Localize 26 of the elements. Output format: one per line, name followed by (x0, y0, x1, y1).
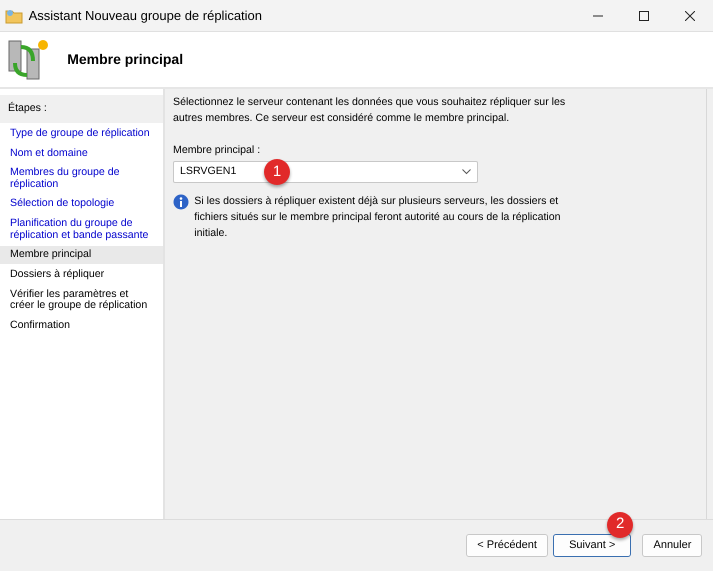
wizard-step[interactable]: Type de groupe de réplication (0, 124, 163, 143)
wizard-step[interactable]: Sélection de topologie (0, 195, 163, 214)
info-text: Si les dossiers à répliquer existent déjà sur plusieurs serveurs, les dossiers et fichiers situés sur le membre principal feront autorité au cours de la réplication initiale. (194, 194, 562, 241)
dropdown-field[interactable]: LSRVGEN1 1 (173, 161, 478, 184)
wizard-step[interactable]: Planification du groupe de réplication et bande passante (0, 215, 163, 244)
wizard-button[interactable]: Suivant > (553, 534, 632, 556)
annotation-marker: 2 (607, 512, 634, 538)
intro-text: Sélectionnez le serveur contenant les données que vous souhaitez répliquer sur les autres membres. Ce serveur est considéré comme le membre principal. (173, 95, 566, 126)
maximize-icon[interactable] (639, 10, 649, 20)
chevron-icon (462, 169, 471, 176)
window-title: Assistant Nouveau groupe de réplication (28, 6, 264, 25)
folder-icon (5, 8, 24, 24)
wizard-step[interactable]: Dossiers à répliquer (0, 266, 163, 284)
wizard-step[interactable]: Confirmation (0, 316, 163, 335)
wizard-button[interactable]: < Précédent (466, 534, 548, 556)
wizard-button[interactable]: Annuler (642, 534, 702, 556)
wizard-step[interactable]: Membre principal (0, 246, 163, 264)
wizard-step[interactable]: Vérifier les paramètres et créer le groupe de réplication (0, 286, 163, 315)
close-icon[interactable] (685, 10, 695, 20)
annotation-marker: 1 (264, 159, 290, 186)
field-label: Membre principal : (173, 142, 262, 158)
steps-heading: Étapes : (0, 95, 163, 123)
page-heading: Membre principal (67, 50, 184, 69)
wizard-step[interactable]: Membres du groupe de réplication (0, 164, 163, 194)
info-icon (173, 194, 189, 210)
wizard-step[interactable]: Nom et domaine (0, 144, 163, 162)
